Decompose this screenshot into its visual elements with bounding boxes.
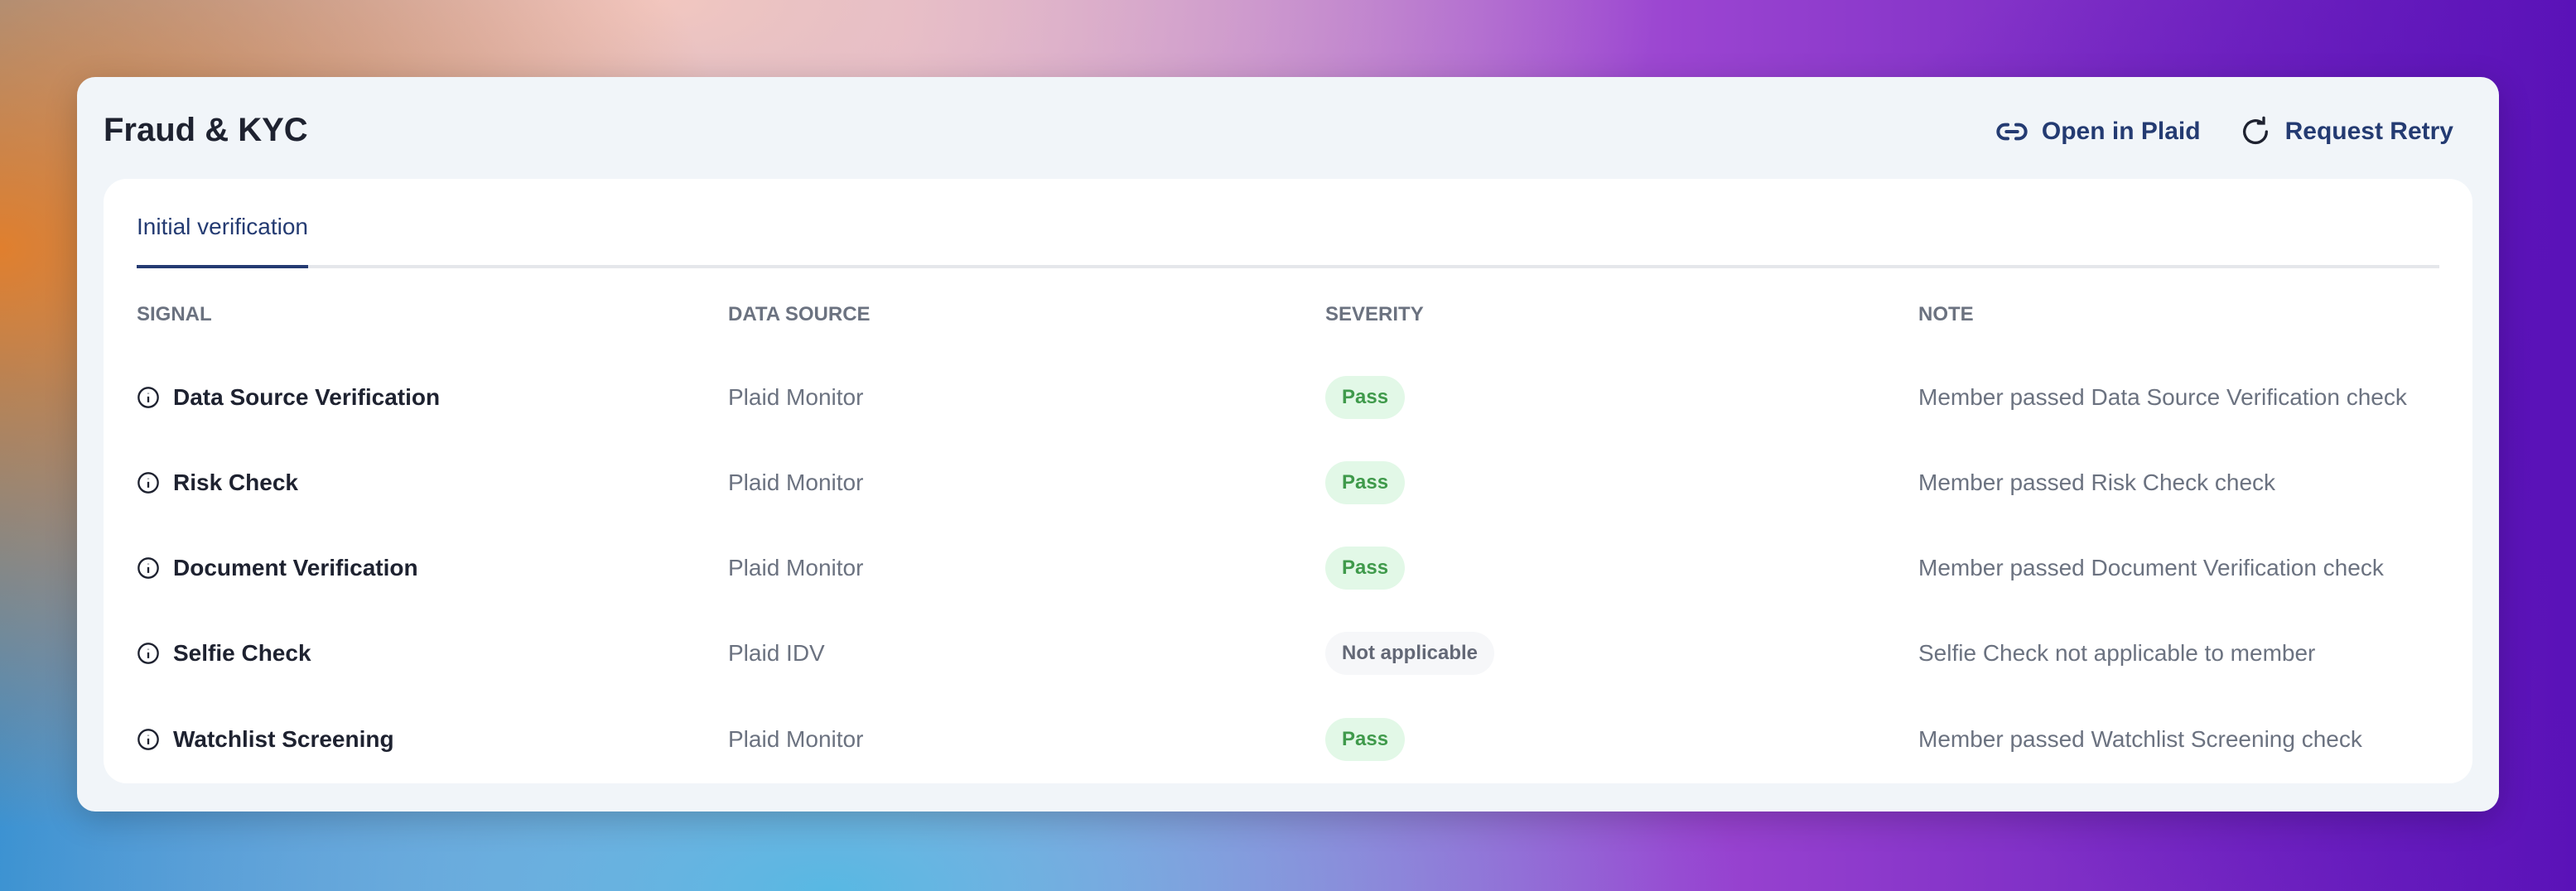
refresh-icon: [2242, 116, 2268, 145]
column-header-signal: SIGNAL: [137, 303, 212, 325]
request-retry-button[interactable]: Request Retry: [2239, 115, 2453, 148]
severity-cell: Pass: [1325, 718, 1918, 761]
note-cell: Member passed Document Verification chec…: [1918, 555, 2384, 580]
data-source-cell: Plaid IDV: [728, 640, 825, 666]
data-source-cell: Plaid Monitor: [728, 384, 864, 410]
severity-badge: Not applicable: [1325, 632, 1495, 675]
card-title: Fraud & KYC: [104, 112, 308, 148]
fraud-kyc-card: Fraud & KYC Open in Plaid Request Retry …: [77, 77, 2499, 812]
column-header-note: NOTE: [1918, 303, 1974, 325]
signal-cell: Risk Check: [137, 470, 728, 496]
signal-cell: Document Verification: [137, 555, 728, 581]
info-icon[interactable]: [137, 728, 160, 751]
column-header-data-source: DATA SOURCE: [728, 303, 871, 325]
signal-cell: Data Source Verification: [137, 384, 728, 411]
info-icon[interactable]: [137, 642, 160, 665]
note-cell: Member passed Data Source Verification c…: [1918, 384, 2407, 410]
severity-cell: Pass: [1325, 376, 1918, 419]
note-cell: Selfie Check not applicable to member: [1918, 640, 2316, 666]
signal-name: Risk Check: [173, 470, 298, 495]
signal-name: Watchlist Screening: [173, 726, 394, 752]
open-in-plaid-button[interactable]: Open in Plaid: [1995, 115, 2201, 148]
signal-name: Selfie Check: [173, 640, 311, 666]
signal-name: Data Source Verification: [173, 384, 441, 410]
table-header: SIGNAL DATA SOURCE SEVERITY NOTE: [137, 303, 2439, 326]
column-header-severity: SEVERITY: [1325, 303, 1424, 325]
tab-bar: Initial verification: [137, 179, 2439, 268]
card-actions: Open in Plaid Request Retry: [1995, 115, 2453, 148]
table-row: Watchlist Screening Plaid Monitor Pass M…: [137, 715, 2439, 764]
signal-name: Document Verification: [173, 555, 418, 580]
info-icon[interactable]: [137, 556, 160, 580]
signal-cell: Watchlist Screening: [137, 726, 728, 753]
info-icon[interactable]: [137, 386, 160, 409]
signal-cell: Selfie Check: [137, 640, 728, 667]
table-row: Data Source Verification Plaid Monitor P…: [137, 373, 2439, 422]
severity-badge: Pass: [1325, 547, 1406, 590]
data-source-cell: Plaid Monitor: [728, 555, 864, 580]
data-source-cell: Plaid Monitor: [728, 726, 864, 752]
info-icon[interactable]: [137, 471, 160, 494]
verification-panel: Initial verification SIGNAL DATA SOURCE …: [104, 179, 2472, 783]
table-row: Selfie Check Plaid IDV Not applicable Se…: [137, 629, 2439, 678]
severity-cell: Pass: [1325, 461, 1918, 504]
severity-badge: Pass: [1325, 376, 1406, 419]
severity-cell: Not applicable: [1325, 632, 1918, 675]
request-retry-label: Request Retry: [2284, 118, 2453, 145]
open-in-plaid-label: Open in Plaid: [2041, 118, 2201, 145]
link-icon: [1996, 123, 2028, 141]
severity-badge: Pass: [1325, 718, 1406, 761]
table-row: Risk Check Plaid Monitor Pass Member pas…: [137, 458, 2439, 508]
note-cell: Member passed Watchlist Screening check: [1918, 726, 2362, 752]
severity-cell: Pass: [1325, 547, 1918, 590]
data-source-cell: Plaid Monitor: [728, 470, 864, 495]
severity-badge: Pass: [1325, 461, 1406, 504]
note-cell: Member passed Risk Check check: [1918, 470, 2276, 495]
tab-initial-verification[interactable]: Initial verification: [137, 214, 308, 268]
table-row: Document Verification Plaid Monitor Pass…: [137, 543, 2439, 593]
